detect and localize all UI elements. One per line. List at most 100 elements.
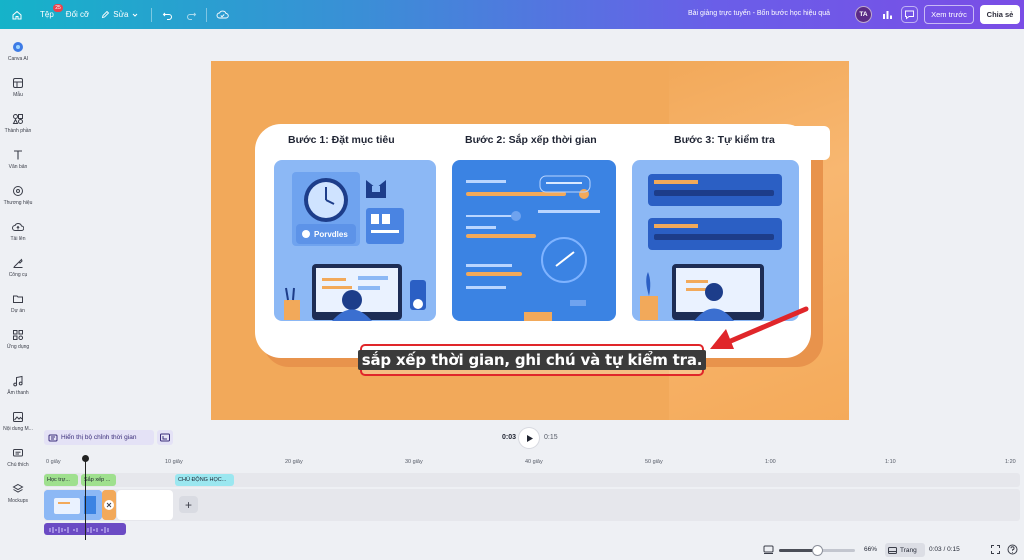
sidebar-item-label: Canva AI [7,56,29,62]
play-icon [526,434,533,442]
sidebar-item-apps[interactable]: Ứng dụng [0,325,36,357]
sidebar-item-canva-ai[interactable]: Canva AI [0,37,36,69]
elements-icon [12,114,23,124]
left-sidebar: Canva AI Mẫu Thành phần Văn bản Thương h… [0,29,36,560]
add-clip-button[interactable]: + [179,496,198,513]
sidebar-item-label: Mockups [7,498,28,504]
sidebar-item-label: Mẫu [13,92,23,98]
zoom-slider[interactable] [779,546,855,555]
transition-icon [102,490,116,520]
step1-title: Bước 1: Đặt mục tiêu [288,134,395,146]
playhead-line [85,458,86,540]
sidebar-item-media[interactable]: Nội dung M... [0,407,36,439]
share-button[interactable]: Chia sẻ [980,5,1020,24]
text-clip[interactable]: Học trự... [44,474,78,486]
sidebar-item-projects[interactable]: Dự án [0,289,36,321]
tick-label: 30 giây [405,459,423,465]
sidebar-item-upload[interactable]: Tải lên [0,217,36,249]
captions-icon [13,449,23,457]
sidebar-item-elements[interactable]: Thành phần [0,109,36,141]
home-icon [12,10,22,19]
canva-ai-icon [13,42,23,52]
sidebar-item-label: Ứng dụng [6,344,30,350]
sidebar-item-label: Thành phần [4,128,32,134]
sidebar-item-label: Văn bản [8,164,28,170]
show-timing-editor-button[interactable]: Hiển thị bộ chỉnh thời gian [44,430,154,445]
text-clip[interactable]: CHỦ ĐỘNG HỌC... [175,474,234,486]
pages-icon [888,546,897,554]
video-clip-thumbnail[interactable] [44,490,102,520]
tick-label: 0 giây [46,459,61,465]
help-icon[interactable] [1007,544,1018,555]
resize-label: Đổi cỡ [65,10,90,19]
sidebar-item-captions[interactable]: Chú thích [0,443,36,475]
toolbar-divider [206,7,208,22]
red-arrow-icon [710,306,809,349]
apps-icon [13,330,24,341]
aspect-ratio-button[interactable] [157,430,173,445]
layout-icon[interactable] [763,544,774,555]
file-menu-button[interactable]: Tệp 25 [34,3,63,25]
edit-label: Sửa [113,10,129,19]
sidebar-item-label: Nội dung M... [3,426,33,432]
play-button[interactable] [519,428,539,448]
edit-menu-button[interactable]: Sửa [95,5,145,25]
insights-button[interactable] [879,6,896,23]
avatar[interactable]: TA [855,6,872,23]
tick-label: 1:20 [1005,459,1016,465]
clip-label: Sắp xếp ... [84,477,111,483]
sidebar-item-label: Tải lên [10,236,26,242]
fullscreen-icon[interactable] [990,544,1001,555]
undo-button[interactable] [158,6,176,24]
folder-icon [13,295,23,303]
schedule-illustration [452,160,616,321]
video-clip-selected[interactable] [117,490,173,520]
step2-illustration [452,160,616,321]
clip-label: Học trự... [47,477,70,483]
clip-thumbnail-image [44,490,102,520]
text-icon [14,150,22,160]
comments-button[interactable] [901,6,918,23]
cloud-check-icon [216,10,229,19]
pencil-icon [102,10,110,19]
board-tab [776,126,830,160]
zoom-level: 66% [864,546,878,553]
resize-button[interactable]: Đổi cỡ [60,5,95,25]
zoom-slider-handle[interactable] [812,546,822,555]
sidebar-item-audio[interactable]: Âm thanh [0,371,36,403]
bar-chart-icon [883,11,892,19]
sidebar-item-mockups[interactable]: Mockups [0,479,36,511]
text-clip[interactable]: Sắp xếp ... [81,474,116,486]
document-title[interactable]: Bài giảng trực tuyến - Bốn bước học hiệu… [688,10,830,17]
redo-icon [186,12,197,20]
upload-icon [12,223,24,231]
home-button[interactable] [6,5,28,25]
sidebar-item-tools[interactable]: Công cụ [0,253,36,285]
caption-highlight-box[interactable]: sắp xếp thời gian, ghi chú và tự kiểm tr… [357,344,707,376]
sidebar-item-brand[interactable]: Thương hiệu [0,181,36,213]
sidebar-item-templates[interactable]: Mẫu [0,73,36,105]
pages-button[interactable]: Trang [885,543,925,557]
timing-editor-icon [48,434,58,441]
show-timing-label: Hiển thị bộ chỉnh thời gian [61,434,137,441]
sidebar-item-label: Công cụ [8,272,28,278]
caption-text: sắp xếp thời gian, ghi chú và tự kiểm tr… [357,350,707,370]
undo-icon [162,12,172,20]
timecode: 0:03 / 0:15 [929,546,960,553]
video-clip-thumbnail[interactable] [102,490,116,520]
redo-button[interactable] [182,6,200,24]
aspect-ratio-icon [160,433,170,442]
current-time: 0:03 [502,434,517,441]
brand-icon [13,186,23,196]
timeline-ruler[interactable]: 0 giây 10 giây 20 giây 30 giây 40 giây 5… [44,459,1020,469]
file-menu-label: Tệp [40,10,54,19]
tools-icon [13,258,23,268]
tick-label: 1:00 [765,459,776,465]
pages-label: Trang [900,546,917,554]
templates-icon [13,78,23,88]
preview-button[interactable]: Xem trước [924,5,974,24]
step3-illustration [632,160,799,321]
step2-title: Bước 2: Sắp xếp thời gian [465,134,597,146]
cloud-save-button[interactable] [213,6,231,24]
sidebar-item-text[interactable]: Văn bản [0,145,36,177]
